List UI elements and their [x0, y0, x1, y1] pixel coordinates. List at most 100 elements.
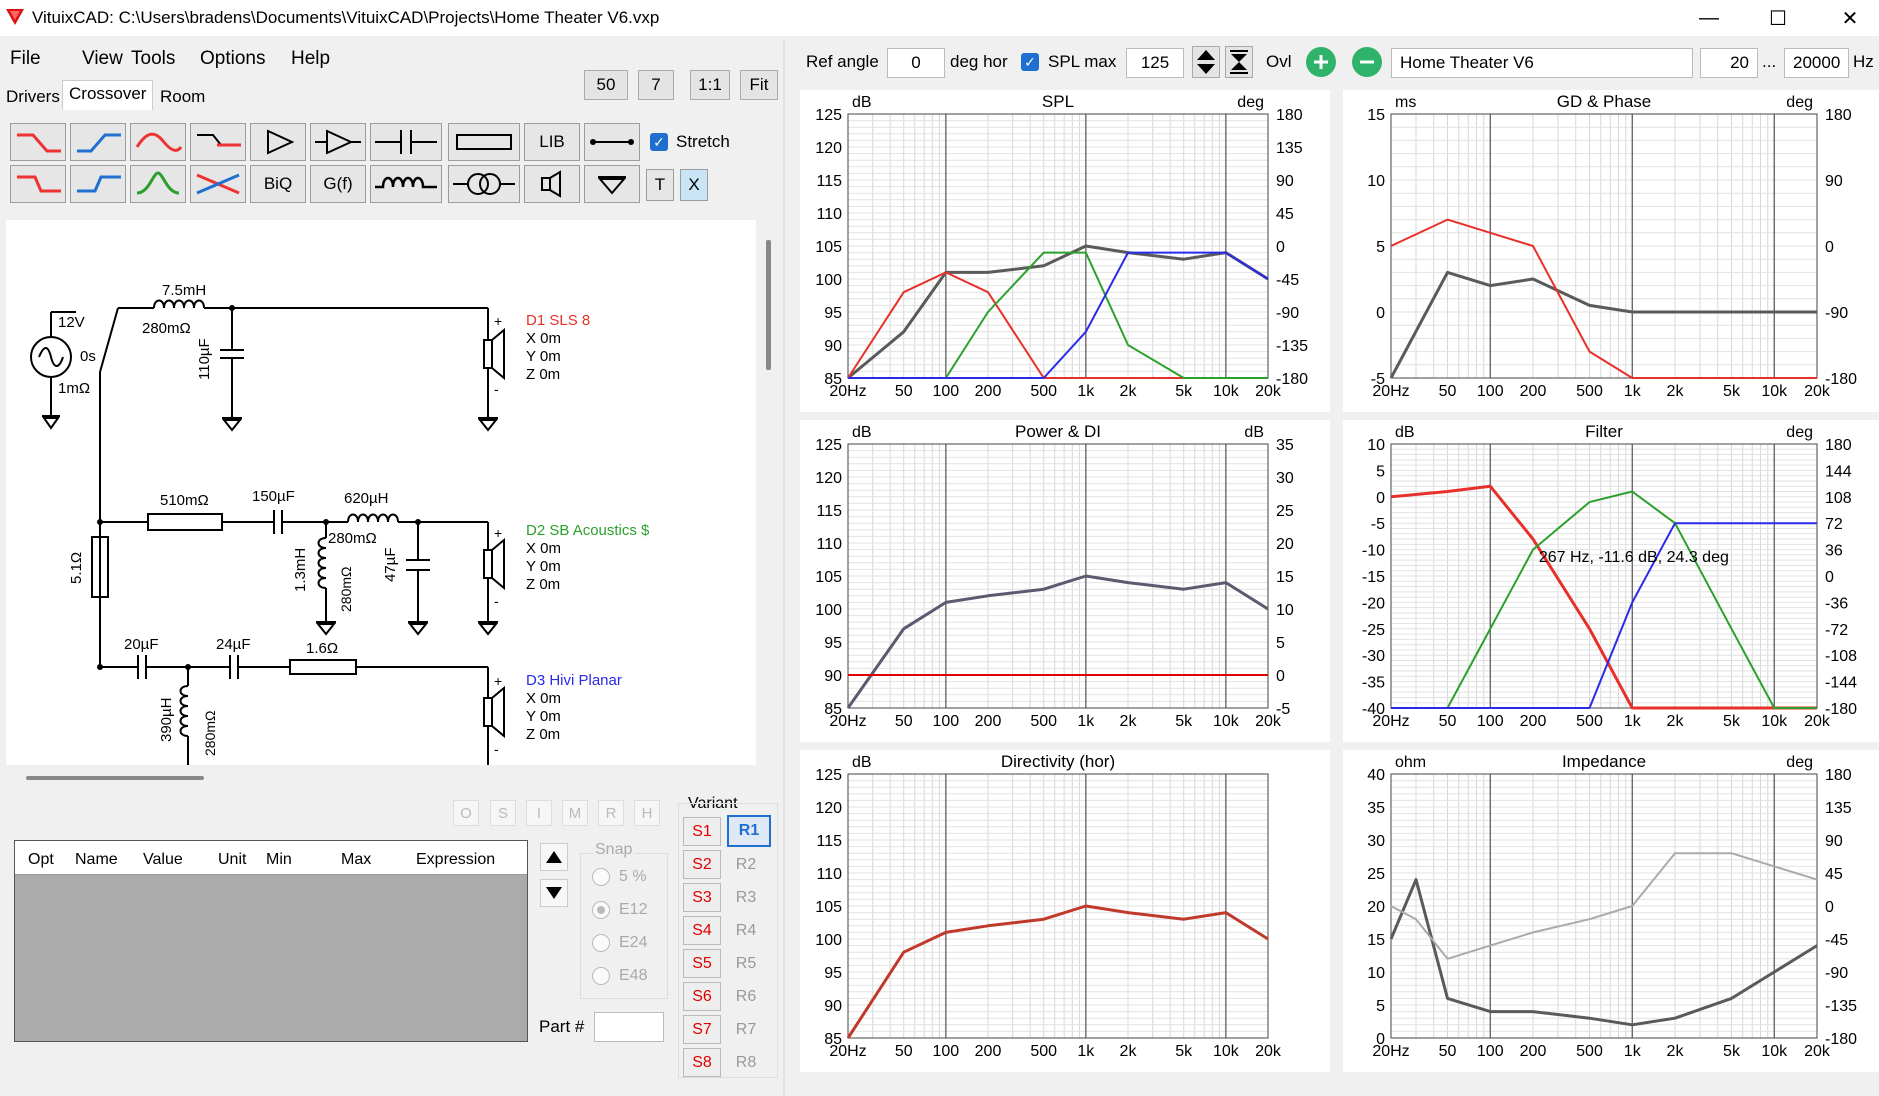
variant-r3-button[interactable]: R3	[727, 883, 765, 912]
snap-e24-radio[interactable]	[592, 934, 610, 952]
menu-file[interactable]: File	[10, 48, 41, 70]
zoom-1to1-button[interactable]: 1:1	[690, 70, 730, 100]
snap-5pct-radio[interactable]	[592, 868, 610, 886]
lowpass1-icon[interactable]	[10, 123, 66, 161]
opt-m-button[interactable]: M	[562, 800, 588, 826]
variant-r1-button[interactable]: R1	[727, 815, 771, 847]
amplifier-icon[interactable]	[310, 123, 366, 161]
xtick-label: 100	[933, 383, 960, 400]
overlay-name-input[interactable]: Home Theater V6	[1391, 48, 1693, 78]
tab-crossover[interactable]: Crossover	[62, 80, 154, 110]
filter-graph[interactable]: 10 5 0 -5 -10 -15 -20 -25 -30 -35 -40 180 144 108 72 36…	[1343, 420, 1879, 742]
snap-e48-radio[interactable]	[592, 967, 610, 985]
capacitor-icon[interactable]	[370, 123, 442, 161]
variant-s8-button[interactable]: S8	[683, 1048, 721, 1077]
col-min[interactable]: Min	[266, 851, 292, 869]
spl-fit-button[interactable]	[1225, 46, 1253, 78]
spl-updown-button[interactable]	[1192, 46, 1220, 78]
b2-shunt-inductor-resistance: 280mΩ	[338, 566, 354, 613]
opt-r-button[interactable]: R	[598, 800, 624, 826]
variant-r4-button[interactable]: R4	[727, 916, 765, 945]
variant-r2-button[interactable]: R2	[727, 850, 765, 879]
schematic-horizontal-scrollbar[interactable]	[26, 776, 204, 780]
spl-graph[interactable]: 125 120 115 110 105 100 95 90 85 180 135 90 45 0 -45 -9…	[800, 90, 1330, 412]
biq-button[interactable]: BiQ	[250, 165, 306, 203]
move-up-button[interactable]	[540, 843, 568, 871]
splitter[interactable]	[783, 40, 785, 1096]
col-unit[interactable]: Unit	[218, 851, 246, 869]
part-number-input[interactable]	[594, 1012, 664, 1042]
freq-high-input[interactable]: 20000	[1784, 48, 1849, 78]
speaker-icon[interactable]	[524, 165, 580, 203]
variant-s7-button[interactable]: S7	[683, 1015, 721, 1044]
gd-phase-graph[interactable]: 15 10 5 0 -5 180 90 0 -90 -180 20Hz 50 100 200 500 1k 2k…	[1343, 90, 1879, 412]
text-tool-button[interactable]: T	[646, 169, 674, 201]
transformer-icon[interactable]	[448, 165, 520, 203]
power-di-graph[interactable]: 125 120 115 110 105 100 95 90 85 35 30 25 20 15 10 5 0 -5…	[800, 420, 1330, 742]
impedance-graph[interactable]: 40 35 30 25 20 15 10 5 0 180 135 90 45 0 -45 -90 -135 -18…	[1343, 750, 1879, 1072]
schematic-canvas[interactable]: + - + - + - 12V 0s 1mΩ 7.5mH 280mΩ 110µF D1…	[6, 220, 756, 765]
zoom-50-button[interactable]: 50	[584, 70, 628, 100]
zoom-fit-button[interactable]: Fit	[740, 70, 778, 100]
variant-s1-button[interactable]: S1	[683, 817, 721, 846]
y2tick-label: -135	[1825, 998, 1857, 1015]
col-value[interactable]: Value	[143, 851, 183, 869]
directivity-graph[interactable]: 125 120 115 110 105 100 95 90 85 20Hz 50 100 200 500 1…	[800, 750, 1330, 1072]
variant-s2-button[interactable]: S2	[683, 850, 721, 879]
lowpass2-icon[interactable]	[10, 165, 66, 203]
parameter-table[interactable]	[14, 840, 528, 1042]
resistor-icon[interactable]	[448, 123, 520, 161]
gf-button[interactable]: G(f)	[310, 165, 366, 203]
col-name[interactable]: Name	[75, 851, 118, 869]
x-tool-button[interactable]: X	[680, 169, 708, 201]
variant-s3-button[interactable]: S3	[683, 883, 721, 912]
tab-room[interactable]: Room	[154, 84, 211, 110]
col-expression[interactable]: Expression	[416, 851, 495, 869]
stretch-checkbox[interactable]: ✓	[650, 133, 668, 151]
variant-r8-button[interactable]: R8	[727, 1048, 765, 1077]
tab-drivers[interactable]: Drivers	[0, 84, 66, 110]
spl-max-checkbox[interactable]: ✓	[1021, 53, 1039, 71]
opt-o-button[interactable]: O	[453, 800, 479, 826]
shelf-icon[interactable]	[190, 123, 246, 161]
variant-s4-button[interactable]: S4	[683, 916, 721, 945]
variant-s5-button[interactable]: S5	[683, 949, 721, 978]
menu-view[interactable]: View	[82, 48, 123, 70]
highpass2-icon[interactable]	[70, 165, 126, 203]
maximize-button[interactable]: ☐	[1750, 0, 1806, 36]
menu-help[interactable]: Help	[291, 48, 330, 70]
col-max[interactable]: Max	[341, 851, 371, 869]
inductor-icon[interactable]	[370, 165, 442, 203]
snap-e12-radio[interactable]	[592, 901, 610, 919]
zoom-7-button[interactable]: 7	[638, 70, 674, 100]
highpass1-icon[interactable]	[70, 123, 126, 161]
variant-r6-button[interactable]: R6	[727, 982, 765, 1011]
bandpass-icon[interactable]	[130, 165, 186, 203]
notch-icon[interactable]	[190, 165, 246, 203]
schematic-vertical-scrollbar[interactable]	[766, 240, 771, 370]
remove-overlay-button[interactable]	[1352, 47, 1382, 77]
opt-i-button[interactable]: I	[526, 800, 552, 826]
variant-s6-button[interactable]: S6	[683, 982, 721, 1011]
variant-r5-button[interactable]: R5	[727, 949, 765, 978]
minimize-button[interactable]: —	[1681, 0, 1737, 36]
col-opt[interactable]: Opt	[28, 851, 54, 869]
variant-r7-button[interactable]: R7	[727, 1015, 765, 1044]
lib-button[interactable]: LIB	[524, 123, 580, 161]
ytick-label: 120	[815, 800, 842, 817]
opt-s-button[interactable]: S	[490, 800, 516, 826]
allpass-icon[interactable]	[130, 123, 186, 161]
ref-angle-input[interactable]: 0	[887, 48, 945, 78]
add-overlay-button[interactable]	[1306, 47, 1336, 77]
wire-icon[interactable]	[584, 123, 640, 161]
menu-tools[interactable]: Tools	[131, 48, 175, 70]
spl-max-input[interactable]: 125	[1126, 48, 1184, 78]
move-down-button[interactable]	[540, 879, 568, 907]
close-button[interactable]: ✕	[1822, 0, 1878, 36]
freq-low-input[interactable]: 20	[1700, 48, 1758, 78]
buffer-icon[interactable]	[250, 123, 306, 161]
ground-icon[interactable]	[584, 165, 640, 203]
opt-h-button[interactable]: H	[634, 800, 660, 826]
menu-options[interactable]: Options	[200, 48, 265, 70]
xtick-label: 200	[975, 383, 1002, 400]
